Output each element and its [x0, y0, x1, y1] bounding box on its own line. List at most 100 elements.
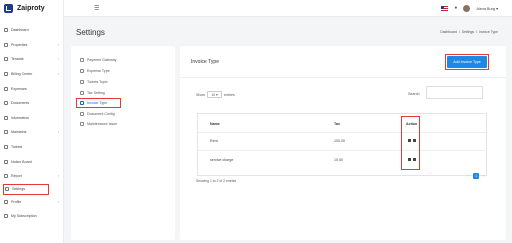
settings-item-tax-setting[interactable]: Tax Setting — [71, 87, 175, 98]
page-size-control: Show 10 ▾ entries — [196, 91, 235, 98]
billing-icon — [4, 72, 8, 77]
sidebar-item-information[interactable]: Information — [0, 111, 63, 126]
info-icon — [4, 115, 8, 120]
sidebar-item-expenses[interactable]: Expenses — [0, 81, 63, 96]
column-header-tax[interactable]: Tax — [334, 122, 340, 126]
sidebar-item-settings[interactable]: Settings — [3, 183, 49, 195]
sidebar-item-label: Maintains — [11, 130, 27, 135]
settings-item-label: Expense Type — [87, 69, 110, 74]
sidebar-item-label: Properties — [11, 42, 28, 47]
pager-prev[interactable]: ‹ — [468, 174, 469, 178]
page-title: Settings — [76, 28, 105, 37]
breadcrumb-dashboard[interactable]: Dashboard — [440, 30, 457, 34]
page-size-select[interactable]: 10 ▾ — [207, 91, 222, 98]
invoice-type-table: Name Tax Action Rent 100.00 service char… — [197, 113, 487, 176]
sidebar-item-tickets[interactable]: Tickets — [0, 140, 63, 155]
entries-info: Showing 1 to 2 of 2 entries — [196, 179, 237, 183]
sidebar-item-documents[interactable]: Documents — [0, 96, 63, 111]
table-row: Rent 100.00 — [198, 132, 486, 148]
action-column-highlight — [401, 116, 420, 170]
chevron-down-icon: ▾ — [216, 92, 218, 97]
settings-item-label: Invoice Type — [87, 101, 108, 106]
users-icon — [4, 57, 8, 62]
settings-item-document-config[interactable]: Document Config — [71, 108, 175, 119]
sidebar-item-label: Information — [11, 115, 29, 120]
sidebar-item-my-subscription[interactable]: My Subscription — [0, 209, 63, 224]
brand[interactable]: Zaiproty — [0, 0, 63, 17]
user-icon — [4, 199, 8, 204]
building-icon — [4, 42, 8, 47]
sidebar-nav: Dashboard Properties › Tenants › Billing C… — [0, 23, 63, 224]
topbar: ☰ ● Alexa Burg ▾ — [64, 0, 512, 17]
pager-next[interactable]: › — [483, 174, 484, 178]
dashboard-icon — [4, 28, 8, 33]
breadcrumb: Dashboard / Settings / Invoice Type — [440, 30, 498, 34]
settings-menu: Payment Gateway Expense Type Tickets Top… — [71, 46, 175, 240]
sidebar-item-billing-center[interactable]: Billing Center › — [0, 67, 63, 82]
search-input[interactable] — [426, 86, 483, 99]
chevron-right-icon: › — [57, 199, 59, 204]
cell-tax: 100.00 — [334, 138, 345, 143]
sidebar-item-notice-board[interactable]: Notice Board — [0, 154, 63, 169]
settings-item-invoice-type[interactable]: Invoice Type — [76, 98, 121, 109]
topbar-right: ● Alexa Burg ▾ — [441, 4, 512, 12]
subscription-icon — [4, 214, 8, 219]
settings-item-label: Payment Gateway — [87, 58, 117, 63]
add-invoice-type-button-highlight: Add Invoice Type — [445, 54, 489, 70]
settings-item-maintenance-issue[interactable]: Maintenance Issue — [71, 119, 175, 130]
settings-item-label: Document Config — [87, 111, 115, 116]
document-icon — [4, 101, 8, 106]
sidebar-item-report[interactable]: Report › — [0, 169, 63, 184]
settings-item-tickets-topic[interactable]: Tickets Topic — [71, 77, 175, 88]
invoice-icon — [80, 101, 84, 106]
credit-card-icon — [80, 58, 84, 63]
sidebar-item-label: Profile — [11, 199, 22, 204]
config-icon — [80, 111, 84, 116]
topic-icon — [80, 79, 84, 84]
user-name: Alexa Burg — [476, 6, 496, 11]
expenses-icon — [4, 86, 8, 91]
ticket-icon — [4, 145, 8, 150]
chevron-right-icon: › — [57, 57, 59, 62]
sidebar-item-label: Documents — [11, 101, 30, 106]
notice-icon — [4, 159, 8, 164]
sidebar-item-label: Tickets — [11, 145, 23, 150]
settings-item-label: Tickets Topic — [87, 79, 108, 84]
chevron-right-icon: › — [57, 130, 59, 135]
breadcrumb-separator: / — [476, 30, 478, 34]
sidebar-item-dashboard[interactable]: Dashboard — [0, 23, 63, 38]
tax-icon — [80, 90, 84, 95]
breadcrumb-settings[interactable]: Settings — [462, 30, 474, 34]
issue-icon — [80, 122, 84, 127]
sidebar-item-label: Report — [11, 174, 22, 179]
notification-bell-icon[interactable]: ● — [454, 5, 457, 11]
show-label: Show — [196, 92, 205, 97]
sidebar-item-label: Notice Board — [11, 159, 32, 164]
chevron-right-icon: › — [57, 72, 59, 77]
sidebar-item-label: My Subscription — [11, 214, 37, 219]
expense-type-icon — [80, 69, 84, 74]
breadcrumb-current: Invoice Type — [479, 30, 498, 34]
settings-item-payment-gateway[interactable]: Payment Gateway — [71, 55, 175, 66]
sidebar-item-profile[interactable]: Profile › — [0, 195, 63, 210]
user-menu[interactable]: Alexa Burg ▾ — [476, 6, 498, 11]
sidebar-item-properties[interactable]: Properties › — [0, 38, 63, 53]
sidebar-item-label: Dashboard — [11, 28, 29, 33]
settings-item-expense-type[interactable]: Expense Type — [71, 66, 175, 77]
invoice-type-panel: Invoice Type Add Invoice Type Show 10 ▾ … — [180, 46, 506, 240]
avatar[interactable] — [463, 4, 471, 12]
sidebar-item-maintains[interactable]: Maintains › — [0, 125, 63, 140]
brand-logo-icon — [4, 4, 13, 13]
pager-current-page[interactable]: 1 — [473, 173, 480, 179]
cell-name: Rent — [210, 138, 218, 143]
breadcrumb-separator: / — [458, 30, 460, 34]
wrench-icon — [4, 130, 8, 135]
settings-item-label: Maintenance Issue — [87, 122, 118, 127]
sidebar-item-tenants[interactable]: Tenants › — [0, 52, 63, 67]
chevron-right-icon: › — [57, 174, 59, 179]
chevron-right-icon: › — [57, 42, 59, 47]
hamburger-menu-icon[interactable]: ☰ — [94, 5, 99, 12]
us-flag-icon[interactable] — [441, 5, 449, 11]
column-header-name[interactable]: Name — [210, 122, 220, 126]
add-invoice-type-button[interactable]: Add Invoice Type — [447, 56, 487, 68]
